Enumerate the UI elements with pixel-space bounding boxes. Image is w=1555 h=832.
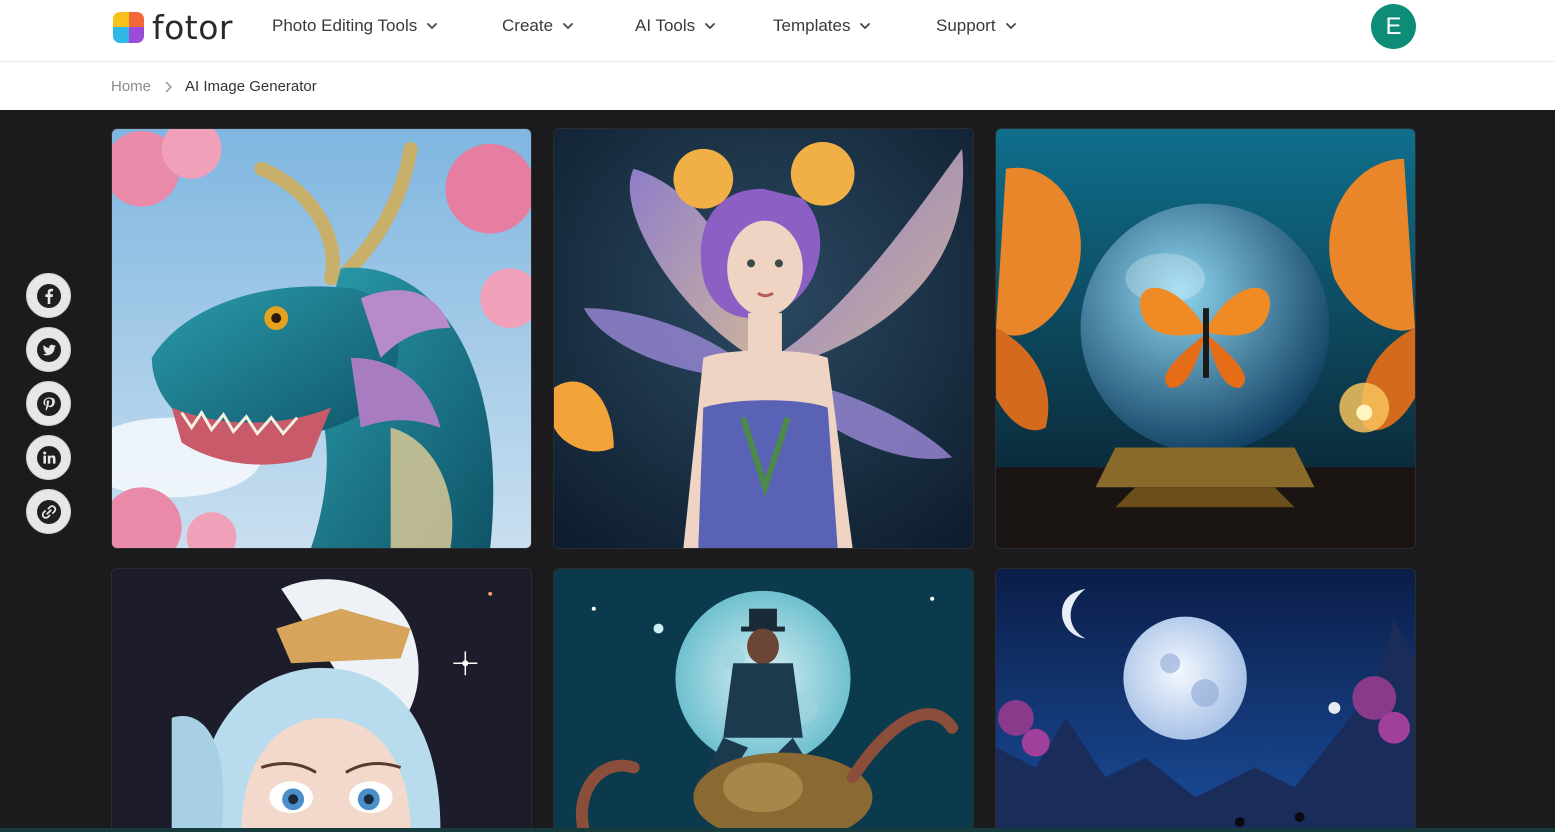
fotor-logo-icon: [113, 11, 144, 43]
breadcrumb-home-link[interactable]: Home: [111, 78, 151, 95]
nav-label: Support: [936, 16, 996, 35]
nav-label: Templates: [773, 16, 851, 35]
butterfly-globe-image: [996, 129, 1415, 548]
gallery-card-anime-girl[interactable]: [111, 568, 532, 832]
octopus-rider-image: [554, 569, 973, 831]
moon-landscape-image: [996, 569, 1415, 831]
chevron-down-icon: [705, 23, 716, 30]
copy-link-button[interactable]: [26, 489, 71, 534]
share-pinterest-button[interactable]: [26, 381, 71, 426]
link-icon: [36, 499, 61, 524]
facebook-icon: [36, 283, 61, 308]
gallery-card-fairy[interactable]: [553, 128, 974, 549]
linkedin-icon: [36, 445, 61, 470]
chevron-down-icon: [860, 23, 871, 30]
nav-photo-editing-tools[interactable]: Photo Editing Tools: [272, 15, 439, 37]
nav-label: Photo Editing Tools: [272, 16, 418, 35]
anime-girl-image: [112, 569, 531, 831]
breadcrumb-bar: Home AI Image Generator: [0, 62, 1555, 110]
chevron-right-icon: [165, 80, 173, 93]
gallery-card-octopus-rider[interactable]: [553, 568, 974, 832]
share-facebook-button[interactable]: [26, 273, 71, 318]
bottom-strip: [0, 828, 1555, 832]
gallery-card-butterfly-globe[interactable]: [995, 128, 1416, 549]
top-header: fotor Photo Editing Tools Create AI Tool…: [0, 0, 1555, 62]
gallery-card-dragon[interactable]: [111, 128, 532, 549]
nav-label: AI Tools: [635, 16, 696, 35]
chevron-down-icon: [1005, 23, 1016, 30]
nav-create[interactable]: Create: [502, 15, 575, 37]
user-avatar[interactable]: E: [1371, 4, 1416, 49]
breadcrumb: Home AI Image Generator: [111, 78, 317, 95]
twitter-icon: [36, 337, 61, 362]
nav-support[interactable]: Support: [936, 15, 1018, 37]
dragon-image: [112, 129, 531, 548]
fairy-image: [554, 129, 973, 548]
fotor-logo[interactable]: fotor: [113, 7, 234, 47]
pinterest-icon: [36, 391, 61, 416]
breadcrumb-current: AI Image Generator: [185, 78, 317, 95]
nav-templates[interactable]: Templates: [773, 15, 872, 37]
chevron-down-icon: [427, 23, 438, 30]
nav-label: Create: [502, 16, 554, 35]
gallery-card-moon-landscape[interactable]: [995, 568, 1416, 832]
chevron-down-icon: [563, 23, 573, 30]
share-twitter-button[interactable]: [26, 327, 71, 372]
nav-ai-tools[interactable]: AI Tools: [635, 15, 717, 37]
logo-text: fotor: [152, 7, 234, 47]
share-linkedin-button[interactable]: [26, 435, 71, 480]
